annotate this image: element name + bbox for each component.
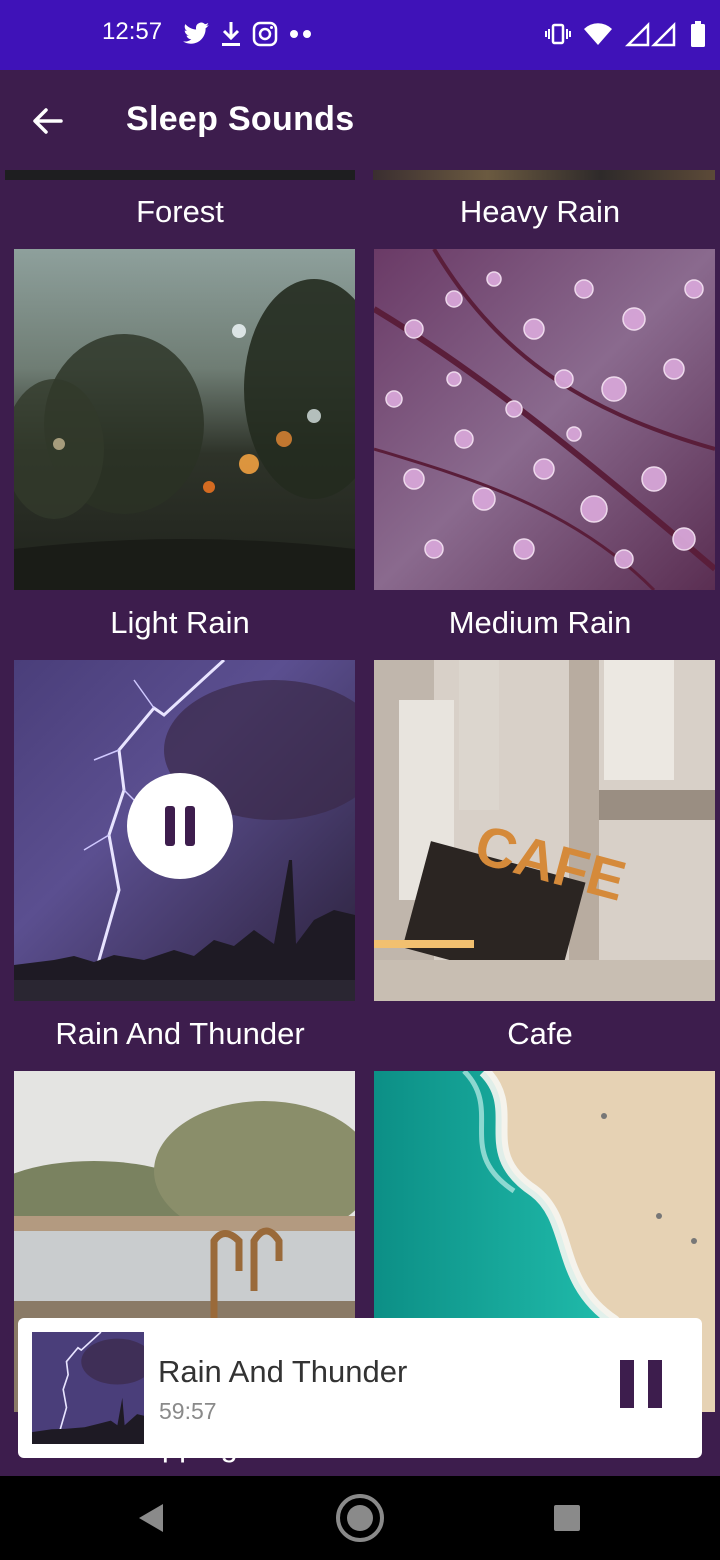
arrow-left-icon — [33, 108, 63, 134]
more-dots-icon — [290, 30, 311, 38]
sound-tile-heavy-rain-image[interactable] — [373, 170, 715, 180]
back-button[interactable] — [22, 95, 74, 147]
sound-tile-label: Light Rain — [110, 605, 250, 640]
pause-icon — [165, 806, 195, 846]
vibrate-icon — [545, 23, 571, 45]
sound-tile-forest-image[interactable] — [5, 170, 355, 180]
page-title: Sleep Sounds — [126, 100, 355, 138]
sound-tile-rain-and-thunder[interactable] — [14, 660, 355, 1001]
status-time: 12:57 — [102, 18, 163, 45]
now-playing-time: 59:57 — [159, 1398, 217, 1424]
now-playing-card[interactable]: Rain And Thunder 59:57 — [18, 1318, 702, 1458]
system-icons — [544, 16, 706, 52]
sound-tile-label: Medium Rain — [448, 605, 632, 640]
medium-rain-image — [374, 249, 715, 590]
sound-tile-label: Forest — [136, 194, 224, 229]
download-icon — [222, 22, 240, 46]
sound-grid: Forest Heavy Rain Light Rain Medium Rain… — [0, 170, 720, 1476]
system-nav-bar — [0, 1476, 720, 1560]
pause-overlay-button[interactable] — [127, 773, 233, 879]
twitter-icon — [183, 22, 209, 44]
signal-icon — [624, 21, 676, 47]
app-bar: Sleep Sounds — [0, 70, 720, 170]
pause-icon — [620, 1360, 662, 1408]
home-circle-icon[interactable] — [334, 1492, 386, 1544]
now-playing-title: Rain And Thunder — [158, 1354, 408, 1389]
sound-tile-label: Heavy Rain — [459, 194, 621, 229]
now-playing-thumbnail — [32, 1332, 144, 1444]
notification-icons — [182, 16, 314, 52]
sound-tile-cafe[interactable]: CAFE — [374, 660, 715, 1001]
sound-tile-light-rain[interactable] — [14, 249, 355, 590]
light-rain-image — [14, 249, 355, 590]
sound-tile-label: Cafe — [507, 1016, 573, 1051]
sound-tile-medium-rain[interactable] — [374, 249, 715, 590]
now-playing-pause-button[interactable] — [618, 1358, 674, 1418]
wifi-icon — [584, 23, 612, 45]
instagram-icon — [252, 21, 278, 47]
battery-icon — [691, 21, 705, 47]
sound-tile-label: Rain And Thunder — [55, 1016, 305, 1051]
back-triangle-icon[interactable] — [136, 1502, 166, 1534]
status-bar: 12:57 — [0, 0, 720, 70]
cafe-image: CAFE — [374, 660, 715, 1001]
recents-square-icon[interactable] — [553, 1504, 581, 1532]
now-playing-image — [32, 1332, 144, 1444]
